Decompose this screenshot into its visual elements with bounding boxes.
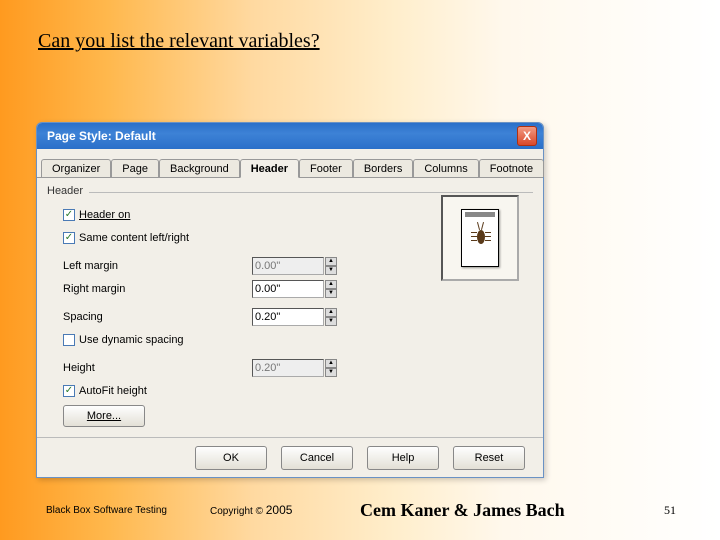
tab-header[interactable]: Header bbox=[240, 159, 299, 178]
left-margin-label: Left margin bbox=[63, 260, 118, 272]
height-spinner[interactable]: ▲▼ bbox=[325, 359, 337, 377]
footer-course: Black Box Software Testing bbox=[46, 505, 167, 516]
tab-organizer[interactable]: Organizer bbox=[41, 159, 111, 177]
same-content-checkbox[interactable]: ✓ bbox=[63, 232, 75, 244]
autofit-text: AutoFit height bbox=[79, 385, 147, 397]
right-margin-label: Right margin bbox=[63, 283, 125, 295]
spacing-label: Spacing bbox=[63, 311, 103, 323]
tab-columns[interactable]: Columns bbox=[413, 159, 478, 177]
ok-button[interactable]: OK bbox=[195, 446, 267, 470]
close-button[interactable]: X bbox=[517, 126, 537, 146]
group-label-header: Header bbox=[47, 185, 83, 197]
close-icon: X bbox=[523, 129, 531, 143]
tab-footer[interactable]: Footer bbox=[299, 159, 353, 177]
spacing-spinner[interactable]: ▲▼ bbox=[325, 308, 337, 326]
tab-row: Organizer Page Background Header Footer … bbox=[37, 156, 543, 178]
autofit-label[interactable]: ✓ AutoFit height bbox=[63, 385, 147, 397]
titlebar: Page Style: Default X bbox=[37, 123, 543, 149]
autofit-checkbox[interactable]: ✓ bbox=[63, 385, 75, 397]
spacing-field[interactable]: 0.20" bbox=[252, 308, 324, 326]
cancel-button[interactable]: Cancel bbox=[281, 446, 353, 470]
left-margin-spinner[interactable]: ▲▼ bbox=[325, 257, 337, 275]
tab-page[interactable]: Page bbox=[111, 159, 159, 177]
tab-footnote[interactable]: Footnote bbox=[479, 159, 544, 177]
more-button[interactable]: More... bbox=[63, 405, 145, 427]
left-margin-field[interactable]: 0.00" bbox=[252, 257, 324, 275]
tab-borders[interactable]: Borders bbox=[353, 159, 414, 177]
dialog-footer: OK Cancel Help Reset bbox=[37, 437, 543, 477]
same-content-label[interactable]: ✓ Same content left/right bbox=[63, 232, 189, 244]
reset-button[interactable]: Reset bbox=[453, 446, 525, 470]
page-preview bbox=[441, 195, 519, 281]
header-on-checkbox[interactable]: ✓ bbox=[63, 209, 75, 221]
footer-copyright: Copyright © 2005 bbox=[210, 503, 292, 517]
tab-background[interactable]: Background bbox=[159, 159, 240, 177]
dynamic-spacing-label[interactable]: Use dynamic spacing bbox=[63, 334, 184, 346]
footer-authors: Cem Kaner & James Bach bbox=[360, 500, 565, 521]
header-on-text: Header on bbox=[79, 209, 130, 221]
bug-icon bbox=[473, 222, 489, 252]
right-margin-spinner[interactable]: ▲▼ bbox=[325, 280, 337, 298]
footer-page-number: 51 bbox=[664, 503, 676, 518]
page-style-dialog: Page Style: Default X Organizer Page Bac… bbox=[36, 122, 544, 478]
slide-title: Can you list the relevant variables? bbox=[38, 30, 320, 53]
help-button[interactable]: Help bbox=[367, 446, 439, 470]
height-field[interactable]: 0.20" bbox=[252, 359, 324, 377]
same-content-text: Same content left/right bbox=[79, 232, 189, 244]
header-panel: Header ✓ Header on bbox=[37, 177, 543, 437]
dynamic-spacing-checkbox[interactable] bbox=[63, 334, 75, 346]
height-label: Height bbox=[63, 362, 95, 374]
window-title: Page Style: Default bbox=[47, 129, 156, 143]
header-on-label[interactable]: ✓ Header on bbox=[63, 209, 130, 221]
right-margin-field[interactable]: 0.00" bbox=[252, 280, 324, 298]
dynamic-spacing-text: Use dynamic spacing bbox=[79, 334, 184, 346]
